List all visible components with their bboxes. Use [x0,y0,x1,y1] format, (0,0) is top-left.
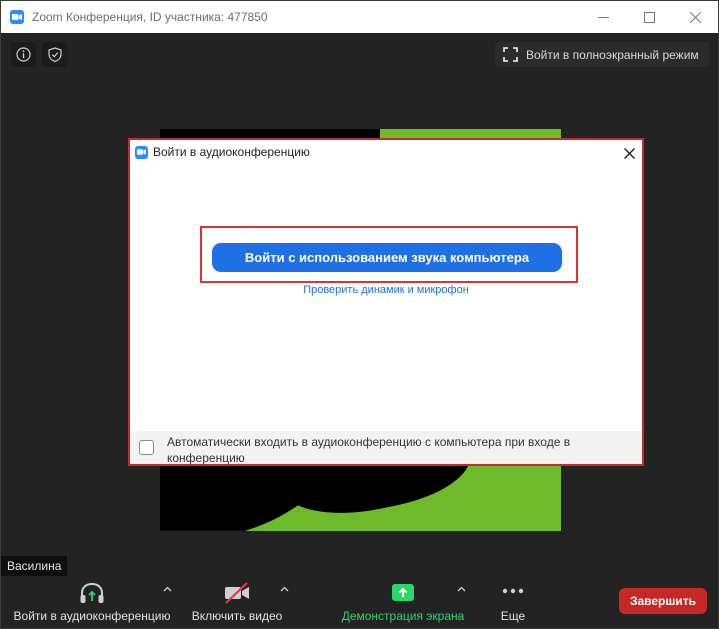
participant-name: Василина [7,559,62,573]
end-meeting-button[interactable]: Завершить [619,588,707,614]
close-icon [689,11,701,23]
dialog-title: Войти в аудиоконференцию [153,145,310,159]
share-options-caret[interactable] [455,584,467,594]
security-button[interactable] [42,42,67,67]
fullscreen-icon [503,47,518,62]
window-close-button[interactable] [672,1,718,33]
zoom-window: Zoom Конференция, ID участника: 477850 В… [0,0,719,629]
fullscreen-label: Войти в полноэкранный режим [526,47,699,62]
share-screen-button[interactable]: Демонстрация экрана [337,578,469,626]
participant-name-badge: Василина [1,556,68,576]
caret-up-icon [457,586,465,592]
caret-up-icon [280,586,288,592]
close-icon [623,147,635,159]
audio-options-caret[interactable] [161,584,173,594]
window-title: Zoom Конференция, ID участника: 477850 [32,10,268,24]
join-audio-dialog: Войти в аудиоконференцию Войти с использ… [128,138,644,466]
more-icon [502,588,524,594]
more-button[interactable]: Еще [493,578,533,626]
test-speaker-mic-link[interactable]: Проверить динамик и микрофон [130,284,642,296]
headphones-icon [80,582,104,603]
video-off-icon [225,582,249,604]
join-with-computer-audio-button[interactable]: Войти с использованием звука компьютера [212,243,562,272]
zoom-logo-icon [135,146,148,159]
more-label: Еще [500,609,526,623]
share-screen-icon [392,584,414,601]
fullscreen-button[interactable]: Войти в полноэкранный режим [495,42,709,67]
shield-icon [47,47,62,62]
share-screen-label: Демонстрация экрана [341,609,465,623]
start-video-label: Включить видео [191,609,283,623]
info-icon [16,47,31,62]
meeting-info-button[interactable] [11,42,36,67]
auto-join-checkbox[interactable] [139,440,154,455]
auto-join-label[interactable]: Автоматически входить в аудиоконференцию… [167,434,632,466]
auto-join-row: Автоматически входить в аудиоконференцию… [130,431,642,466]
caret-up-icon [163,586,171,592]
join-audio-label: Войти в аудиоконференцию [13,609,171,623]
video-options-caret[interactable] [278,584,290,594]
minimize-button[interactable] [580,1,626,33]
zoom-logo-icon [10,10,24,24]
maximize-button[interactable] [626,1,672,33]
join-audio-toolbar-button[interactable]: Войти в аудиоконференцию [11,578,173,626]
minimize-icon [597,16,609,18]
maximize-icon [643,11,655,23]
dialog-close-button[interactable] [620,144,638,162]
title-bar: Zoom Конференция, ID участника: 477850 [1,1,718,33]
join-button-highlight: Войти с использованием звука компьютера [200,226,578,283]
start-video-button[interactable]: Включить видео [187,578,287,626]
